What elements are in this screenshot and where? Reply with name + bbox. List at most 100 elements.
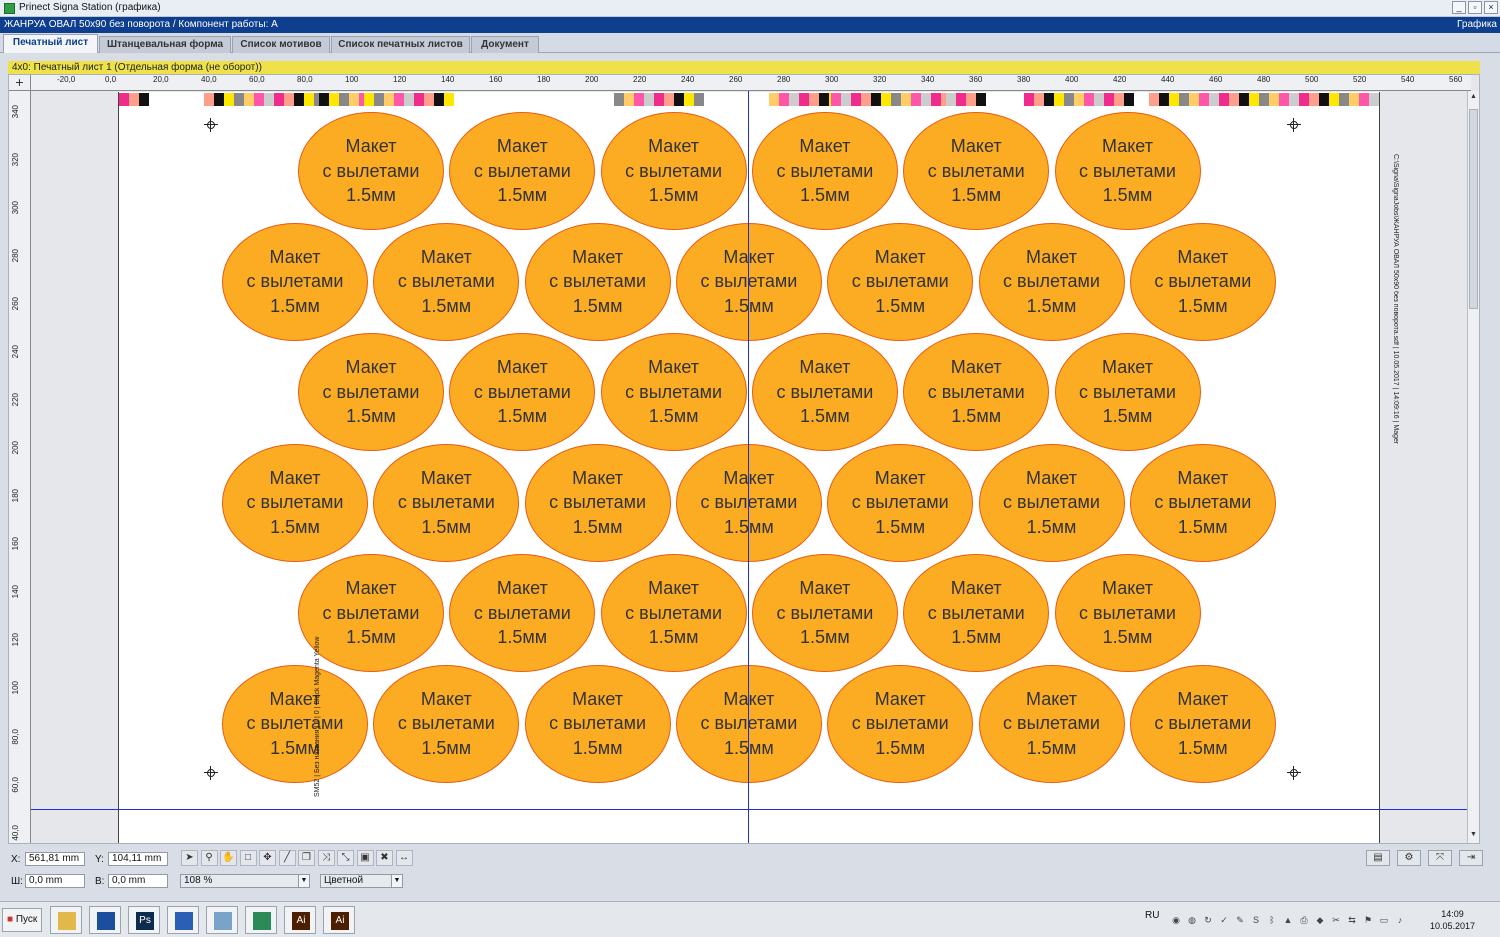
label-oval[interactable]: Макет с вылетами 1.5мм bbox=[449, 112, 596, 230]
measure-icon[interactable]: ↔ bbox=[395, 850, 413, 866]
tools-icon[interactable]: ✂ bbox=[1330, 914, 1342, 926]
label-oval[interactable]: Макет с вылетами 1.5мм bbox=[524, 443, 671, 562]
sync-icon[interactable]: ⇆ bbox=[1346, 914, 1358, 926]
taskbar-photoshop-button[interactable]: Ps bbox=[128, 906, 160, 934]
tab-die-form[interactable]: Штанцевальная форма bbox=[99, 36, 231, 53]
label-oval[interactable]: Макет с вылетами 1.5мм bbox=[1054, 333, 1201, 451]
ruler-origin-cross[interactable]: + bbox=[9, 75, 31, 91]
skype-icon[interactable]: S bbox=[1250, 914, 1262, 926]
label-oval[interactable]: Макет с вылетами 1.5мм bbox=[1129, 664, 1276, 783]
x-coordinate-field[interactable]: 561,81 mm bbox=[25, 852, 85, 866]
copy-icon[interactable]: ❐ bbox=[298, 850, 315, 866]
hand-icon[interactable]: ✋ bbox=[220, 850, 237, 866]
label-oval[interactable]: Макет с вылетами 1.5мм bbox=[373, 222, 520, 341]
vertical-ruler[interactable]: 340 320 300 280 260 240 220 200 180 160 140 120 100 8… bbox=[9, 91, 31, 843]
label-oval[interactable]: Макет с вылетами 1.5мм bbox=[827, 443, 974, 562]
update-icon[interactable]: ↻ bbox=[1202, 914, 1214, 926]
y-coordinate-field[interactable]: 104,11 mm bbox=[108, 852, 168, 866]
fill-icon[interactable]: ▣ bbox=[356, 850, 374, 866]
scale-icon[interactable]: ⤡ bbox=[337, 850, 354, 866]
language-indicator[interactable]: RU bbox=[1145, 910, 1159, 921]
arrow-icon[interactable]: ➤ bbox=[181, 850, 198, 866]
canvas-area[interactable]: + -20,0 0,0 20,0 40,0 60,0 80,0 100 120 140 160 18… bbox=[8, 74, 1480, 844]
zoom-select[interactable]: 108 % ▼ bbox=[180, 874, 310, 888]
label-oval[interactable]: Макет с вылетами 1.5мм bbox=[1129, 222, 1276, 341]
tab-document[interactable]: Документ bbox=[471, 36, 539, 53]
chrome-icon[interactable]: ◉ bbox=[1170, 914, 1182, 926]
width-field[interactable]: 0,0 mm bbox=[25, 874, 85, 888]
bluetooth-icon[interactable]: ᛒ bbox=[1266, 914, 1278, 926]
horizontal-ruler[interactable]: -20,0 0,0 20,0 40,0 60,0 80,0 100 120 140 160 180 2… bbox=[31, 75, 1471, 91]
shield-icon[interactable]: ◆ bbox=[1314, 914, 1326, 926]
fit-icon[interactable]: ⤧ bbox=[1428, 850, 1452, 866]
scroll-down-icon[interactable]: ▼ bbox=[1469, 831, 1478, 841]
label-oval[interactable]: Макет с вылетами 1.5мм bbox=[751, 554, 898, 672]
label-oval[interactable]: Макет с вылетами 1.5мм bbox=[903, 554, 1050, 672]
label-oval[interactable]: Макет с вылетами 1.5мм bbox=[751, 333, 898, 451]
label-oval[interactable]: Макет с вылетами 1.5мм bbox=[903, 112, 1050, 230]
sheet-view-icon[interactable]: ▤ bbox=[1366, 850, 1390, 866]
label-oval[interactable]: Макет с вылетами 1.5мм bbox=[1129, 443, 1276, 562]
label-oval[interactable]: Макет с вылетами 1.5мм bbox=[222, 222, 368, 341]
label-oval[interactable]: Макет с вылетами 1.5мм bbox=[978, 443, 1125, 562]
minimize-button[interactable]: _ bbox=[1452, 1, 1466, 14]
label-oval[interactable]: Макет с вылетами 1.5мм bbox=[903, 333, 1050, 451]
close-button[interactable]: × bbox=[1484, 1, 1498, 14]
label-oval[interactable]: Макет с вылетами 1.5мм bbox=[524, 664, 671, 783]
label-oval[interactable]: Макет с вылетами 1.5мм bbox=[222, 443, 368, 562]
delete-icon[interactable]: ✖ bbox=[376, 850, 393, 866]
network-icon[interactable]: ◍ bbox=[1186, 914, 1198, 926]
scrollbar-thumb[interactable] bbox=[1469, 109, 1478, 309]
label-oval[interactable]: Макет с вылетами 1.5мм bbox=[373, 664, 520, 783]
taskbar-signa-button[interactable] bbox=[245, 906, 277, 934]
label-oval[interactable]: Макет с вылетами 1.5мм bbox=[751, 112, 898, 230]
restore-button[interactable]: ▫ bbox=[1468, 1, 1482, 14]
vertical-scrollbar[interactable]: ▲ ▼ bbox=[1467, 91, 1479, 843]
print-sheet[interactable]: Макет с вылетами 1.5мм Макет с вылетами 1.5мм… bbox=[118, 92, 1399, 843]
start-button[interactable]: ■ Пуск bbox=[2, 908, 42, 932]
label-oval[interactable]: Макет с вылетами 1.5мм bbox=[1054, 112, 1201, 230]
pdf-icon[interactable]: ▲ bbox=[1282, 914, 1294, 926]
label-oval[interactable]: Макет с вылетами 1.5мм bbox=[827, 222, 974, 341]
chevron-down-icon[interactable]: ▼ bbox=[298, 875, 309, 887]
label-oval[interactable]: Макет с вылетами 1.5мм bbox=[222, 664, 368, 783]
settings-icon[interactable]: ⚙ bbox=[1397, 850, 1421, 866]
tab-motif-list[interactable]: Список мотивов bbox=[232, 36, 330, 53]
label-oval[interactable]: Макет с вылетами 1.5мм bbox=[600, 112, 747, 230]
select-rect-icon[interactable]: □ bbox=[239, 850, 257, 866]
line-icon[interactable]: ╱ bbox=[278, 850, 296, 866]
label-oval[interactable]: Макет с вылетами 1.5мм bbox=[373, 443, 520, 562]
label-oval[interactable]: Макет с вылетами 1.5мм bbox=[600, 554, 747, 672]
clock[interactable]: 14:09 10.05.2017 bbox=[1430, 908, 1475, 932]
label-oval[interactable]: Макет с вылетами 1.5мм bbox=[298, 333, 444, 451]
taskbar-notes-button[interactable] bbox=[206, 906, 238, 934]
chevron-down-icon[interactable]: ▼ bbox=[391, 875, 402, 887]
taskbar-illustrator-1-button[interactable]: Ai bbox=[284, 906, 316, 934]
label-oval[interactable]: Макет с вылетами 1.5мм bbox=[978, 664, 1125, 783]
label-oval[interactable]: Макет с вылетами 1.5мм bbox=[449, 333, 596, 451]
label-oval[interactable]: Макет с вылетами 1.5мм bbox=[524, 222, 671, 341]
taskbar-explorer-button[interactable] bbox=[50, 906, 82, 934]
next-icon[interactable]: ⇥ bbox=[1459, 850, 1483, 866]
move-icon[interactable]: ✥ bbox=[259, 850, 276, 866]
zoom-icon[interactable]: ⚲ bbox=[200, 850, 218, 866]
printer-icon[interactable]: ⎙ bbox=[1298, 914, 1310, 926]
horizontal-guide-line[interactable] bbox=[31, 809, 1471, 810]
label-oval[interactable]: Макет с вылетами 1.5мм bbox=[827, 664, 974, 783]
label-oval[interactable]: Макет с вылетами 1.5мм bbox=[600, 333, 747, 451]
pen-icon[interactable]: ✎ bbox=[1234, 914, 1246, 926]
volume-icon[interactable]: ♪ bbox=[1394, 914, 1406, 926]
label-oval[interactable]: Макет с вылетами 1.5мм bbox=[449, 554, 596, 672]
taskbar-browser-button[interactable] bbox=[167, 906, 199, 934]
check-icon[interactable]: ✓ bbox=[1218, 914, 1230, 926]
taskbar-app-blue-button[interactable] bbox=[89, 906, 121, 934]
tab-print-sheet-list[interactable]: Список печатных листов bbox=[331, 36, 470, 53]
label-oval[interactable]: Макет с вылетами 1.5мм bbox=[1054, 554, 1201, 672]
vertical-guide-line[interactable] bbox=[748, 91, 749, 843]
height-field[interactable]: 0,0 mm bbox=[108, 874, 168, 888]
monitor-icon[interactable]: ▭ bbox=[1378, 914, 1390, 926]
color-mode-select[interactable]: Цветной ▼ bbox=[320, 874, 403, 888]
transform-icon[interactable]: ⤨ bbox=[317, 850, 335, 866]
scroll-up-icon[interactable]: ▲ bbox=[1469, 93, 1478, 103]
tab-print-sheet[interactable]: Печатный лист bbox=[3, 34, 98, 53]
